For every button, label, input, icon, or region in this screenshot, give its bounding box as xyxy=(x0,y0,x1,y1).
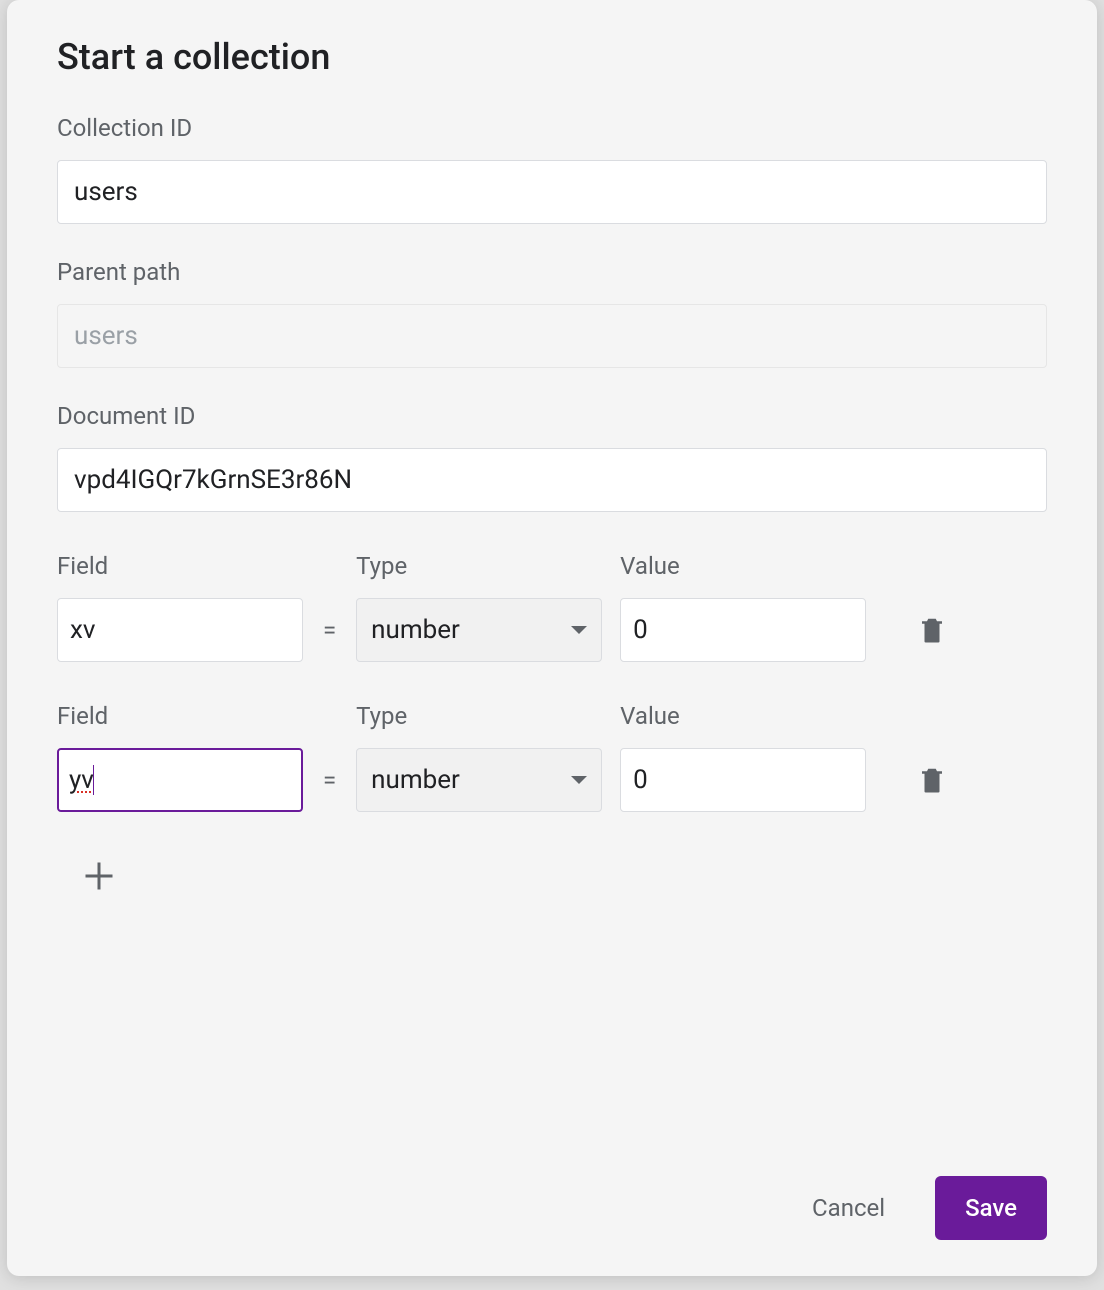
parent-path-group: Parent path xyxy=(57,258,1047,368)
field-value-input[interactable] xyxy=(620,748,866,812)
dialog-title: Start a collection xyxy=(57,36,1047,78)
collection-id-input[interactable] xyxy=(57,160,1047,224)
caret-down-icon xyxy=(571,626,587,634)
field-type-select[interactable]: number xyxy=(356,748,602,812)
add-field-button[interactable] xyxy=(75,852,123,900)
document-id-group: Document ID xyxy=(57,402,1047,512)
field-name-input[interactable] xyxy=(57,598,303,662)
equals-sign: = xyxy=(321,748,338,812)
field-type-value: number xyxy=(371,765,460,795)
field-row: Field = Type number Value xyxy=(57,552,1047,662)
field-type-label: Type xyxy=(356,702,602,730)
plus-icon xyxy=(81,858,117,894)
field-value-label: Value xyxy=(620,702,866,730)
parent-path-label: Parent path xyxy=(57,258,1047,286)
fields-section: Field = Type number Value xyxy=(57,552,1047,900)
collection-id-group: Collection ID xyxy=(57,114,1047,224)
field-type-label: Type xyxy=(356,552,602,580)
parent-path-input xyxy=(57,304,1047,368)
delete-field-button[interactable] xyxy=(908,598,956,662)
trash-icon xyxy=(917,762,947,798)
field-name-input[interactable]: yv xyxy=(57,748,303,812)
caret-down-icon xyxy=(571,776,587,784)
field-value-input[interactable] xyxy=(620,598,866,662)
document-id-label: Document ID xyxy=(57,402,1047,430)
document-id-input[interactable] xyxy=(57,448,1047,512)
field-value-label: Value xyxy=(620,552,866,580)
start-collection-dialog: Start a collection Collection ID Parent … xyxy=(7,0,1097,1276)
equals-sign: = xyxy=(321,598,338,662)
text-caret xyxy=(93,765,95,795)
field-name-label: Field xyxy=(57,552,303,580)
field-type-value: number xyxy=(371,615,460,645)
field-row: Field yv = Type number Value xyxy=(57,702,1047,812)
delete-field-button[interactable] xyxy=(908,748,956,812)
save-button[interactable]: Save xyxy=(935,1176,1047,1240)
collection-id-label: Collection ID xyxy=(57,114,1047,142)
trash-icon xyxy=(917,612,947,648)
field-type-select[interactable]: number xyxy=(356,598,602,662)
dialog-footer: Cancel Save xyxy=(57,1146,1047,1240)
field-name-label: Field xyxy=(57,702,303,730)
cancel-button[interactable]: Cancel xyxy=(804,1180,893,1236)
